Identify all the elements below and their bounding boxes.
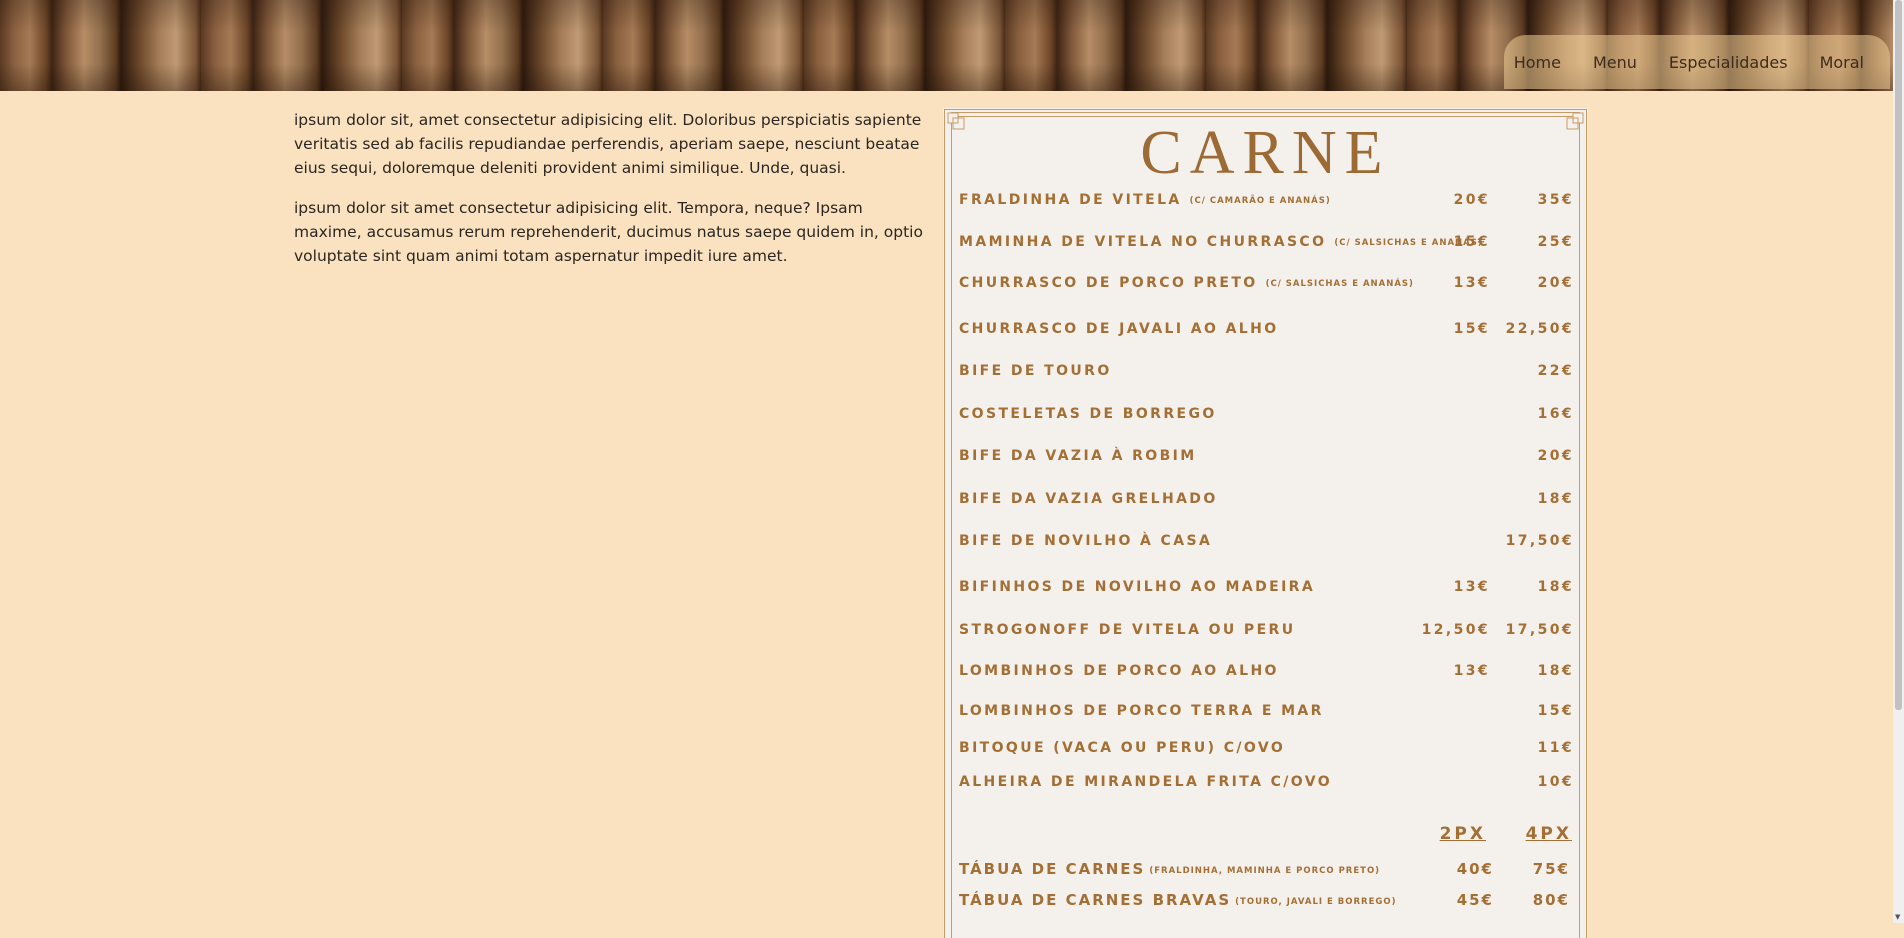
menu-item-price-large: 18€ bbox=[1537, 579, 1574, 595]
platter-price-2px: 45€ bbox=[1456, 891, 1494, 909]
menu-item-name: BIFE DE NOVILHO À CASA bbox=[959, 533, 1220, 549]
nav-home[interactable]: Home bbox=[1498, 53, 1577, 72]
menu-card: CARNE FRALDINHA DE VITELA (C/ CAMARÃO E A… bbox=[943, 108, 1588, 938]
platter-price-4px: 75€ bbox=[1532, 860, 1570, 878]
menu-item-row: FRALDINHA DE VITELA (C/ CAMARÃO E ANANÁS)… bbox=[959, 192, 1574, 212]
menu-item-name: CHURRASCO DE JAVALI AO ALHO bbox=[959, 321, 1287, 337]
menu-item-name: LOMBINHOS DE PORCO AO ALHO bbox=[959, 663, 1287, 679]
menu-item-label: BIFE DE NOVILHO À CASA bbox=[959, 533, 1213, 549]
menu-item-label: BIFINHOS DE NOVILHO AO MADEIRA bbox=[959, 579, 1316, 595]
platter-note: (TOURO, JAVALI E BORREGO) bbox=[1235, 897, 1397, 907]
menu-item-row: BIFINHOS DE NOVILHO AO MADEIRA 13€ 18€ bbox=[959, 579, 1574, 599]
menu-item-label: CHURRASCO DE JAVALI AO ALHO bbox=[959, 321, 1279, 337]
menu-item-row: BIFE DE NOVILHO À CASA 17,50€ bbox=[959, 533, 1574, 553]
menu-item-price-large: 15€ bbox=[1537, 703, 1574, 719]
menu-item-name: BIFINHOS DE NOVILHO AO MADEIRA bbox=[959, 579, 1323, 595]
menu-item-row: LOMBINHOS DE PORCO AO ALHO 13€ 18€ bbox=[959, 663, 1574, 683]
menu-item-price-small: 15€ bbox=[1453, 234, 1490, 250]
menu-item-price-large: 22€ bbox=[1537, 363, 1574, 379]
menu-item-row: BIFE DE TOURO 22€ bbox=[959, 363, 1574, 383]
menu-item-price-large: 18€ bbox=[1537, 491, 1574, 507]
platter-header-2px: 2PX bbox=[1439, 824, 1486, 844]
menu-item-row: STROGONOFF DE VITELA OU PERU 12,50€ 17,50€ bbox=[959, 622, 1574, 642]
menu-item-price-small: 12,50€ bbox=[1421, 622, 1490, 638]
menu-item-price-large: 20€ bbox=[1537, 275, 1574, 291]
main-nav: Home Menu Especialidades Moral bbox=[1504, 35, 1890, 89]
menu-item-label: BIFE DE TOURO bbox=[959, 363, 1112, 379]
menu-item-price-large: 10€ bbox=[1537, 774, 1574, 790]
menu-item-price-small: 20€ bbox=[1453, 192, 1490, 208]
menu-item-price-large: 17,50€ bbox=[1505, 622, 1574, 638]
menu-item-row: CHURRASCO DE JAVALI AO ALHO 15€ 22,50€ bbox=[959, 321, 1574, 341]
menu-item-price-large: 20€ bbox=[1537, 448, 1574, 464]
menu-item-label: BITOQUE (VACA OU PERU) C/OVO bbox=[959, 740, 1286, 756]
scrollbar-thumb[interactable] bbox=[1895, 0, 1902, 710]
menu-item-label: FRALDINHA DE VITELA bbox=[959, 192, 1182, 208]
menu-item-price-large: 25€ bbox=[1537, 234, 1574, 250]
menu-item-price-large: 17,50€ bbox=[1505, 533, 1574, 549]
menu-item-price-small: 13€ bbox=[1453, 579, 1490, 595]
platter-note: (FRALDINHA, MAMINHA E PORCO PRETO) bbox=[1149, 866, 1381, 876]
menu-item-row: MAMINHA DE VITELA NO CHURRASCO (C/ SALSIC… bbox=[959, 234, 1574, 254]
menu-item-label: BIFE DA VAZIA GRELHADO bbox=[959, 491, 1218, 507]
menu-item-price-large: 18€ bbox=[1537, 663, 1574, 679]
menu-item-row: COSTELETAS DE BORREGO 16€ bbox=[959, 406, 1574, 426]
nav-especialidades[interactable]: Especialidades bbox=[1653, 53, 1804, 72]
menu-item-name: BITOQUE (VACA OU PERU) C/OVO bbox=[959, 740, 1293, 756]
menu-item-name: COSTELETAS DE BORREGO bbox=[959, 406, 1225, 422]
platter-name: TÁBUA DE CARNES (FRALDINHA, MAMINHA E POR… bbox=[959, 860, 1380, 878]
menu-item-name: BIFE DE TOURO bbox=[959, 363, 1120, 379]
intro-paragraph-2: ipsum dolor sit amet consectetur adipisi… bbox=[294, 199, 923, 265]
menu-item-price-large: 35€ bbox=[1537, 192, 1574, 208]
menu-item-row: LOMBINHOS DE PORCO TERRA E MAR 15€ bbox=[959, 703, 1574, 723]
menu-item-label: LOMBINHOS DE PORCO AO ALHO bbox=[959, 663, 1279, 679]
menu-item-label: CHURRASCO DE PORCO PRETO bbox=[959, 275, 1258, 291]
menu-item-row: BIFE DA VAZIA GRELHADO 18€ bbox=[959, 491, 1574, 511]
menu-item-row: BIFE DA VAZIA À ROBIM 20€ bbox=[959, 448, 1574, 468]
menu-item-name: LOMBINHOS DE PORCO TERRA E MAR bbox=[959, 703, 1332, 719]
platter-label: TÁBUA DE CARNES BRAVAS bbox=[959, 891, 1232, 909]
platter-row: TÁBUA DE CARNES (FRALDINHA, MAMINHA E POR… bbox=[959, 860, 1574, 880]
menu-item-price-large: 22,50€ bbox=[1505, 321, 1574, 337]
platter-label: TÁBUA DE CARNES bbox=[959, 860, 1146, 878]
menu-item-note: (C/ CAMARÃO E ANANÁS) bbox=[1189, 196, 1331, 206]
menu-item-row: CHURRASCO DE PORCO PRETO (C/ SALSICHAS E … bbox=[959, 275, 1574, 295]
menu-item-name: BIFE DA VAZIA À ROBIM bbox=[959, 448, 1205, 464]
menu-item-price-large: 16€ bbox=[1537, 406, 1574, 422]
menu-title: CARNE bbox=[1140, 119, 1391, 187]
menu-item-label: ALHEIRA DE MIRANDELA FRITA C/OVO bbox=[959, 774, 1333, 790]
platter-row: TÁBUA DE CARNES BRAVAS (TOURO, JAVALI E B… bbox=[959, 891, 1574, 911]
menu-item-price-small: 15€ bbox=[1453, 321, 1490, 337]
menu-item-name: BIFE DA VAZIA GRELHADO bbox=[959, 491, 1226, 507]
card-frame-line bbox=[951, 112, 1580, 113]
menu-item-name: FRALDINHA DE VITELA (C/ CAMARÃO E ANANÁS) bbox=[959, 192, 1331, 208]
platter-name: TÁBUA DE CARNES BRAVAS (TOURO, JAVALI E B… bbox=[959, 891, 1396, 909]
menu-item-label: COSTELETAS DE BORREGO bbox=[959, 406, 1217, 422]
platter-price-4px: 80€ bbox=[1532, 891, 1570, 909]
menu-item-name: ALHEIRA DE MIRANDELA FRITA C/OVO bbox=[959, 774, 1340, 790]
menu-item-price-small: 13€ bbox=[1453, 663, 1490, 679]
menu-item-name: CHURRASCO DE PORCO PRETO (C/ SALSICHAS E … bbox=[959, 275, 1414, 291]
scroll-down-arrow-icon[interactable]: ▼ bbox=[1895, 914, 1900, 921]
menu-item-price-large: 11€ bbox=[1537, 740, 1574, 756]
menu-item-name: STROGONOFF DE VITELA OU PERU bbox=[959, 622, 1304, 638]
nav-moral[interactable]: Moral bbox=[1804, 53, 1880, 72]
intro-paragraph-1: ipsum dolor sit, amet consectetur adipis… bbox=[294, 111, 922, 177]
menu-item-row: ALHEIRA DE MIRANDELA FRITA C/OVO 10€ bbox=[959, 774, 1574, 794]
platter-price-2px: 40€ bbox=[1456, 860, 1494, 878]
menu-item-row: BITOQUE (VACA OU PERU) C/OVO 11€ bbox=[959, 740, 1574, 760]
platter-header: 2PX 4PX bbox=[943, 824, 1572, 848]
platter-header-4px: 4PX bbox=[1525, 824, 1572, 844]
intro-text: ipsum dolor sit, amet consectetur adipis… bbox=[294, 108, 924, 284]
scrollbar[interactable]: ▼ bbox=[1893, 0, 1904, 923]
nav-menu[interactable]: Menu bbox=[1577, 53, 1653, 72]
wood-header-banner: Home Menu Especialidades Moral bbox=[0, 0, 1904, 91]
menu-item-label: STROGONOFF DE VITELA OU PERU bbox=[959, 622, 1296, 638]
menu-item-label: LOMBINHOS DE PORCO TERRA E MAR bbox=[959, 703, 1324, 719]
menu-item-name: MAMINHA DE VITELA NO CHURRASCO (C/ SALSIC… bbox=[959, 234, 1483, 250]
menu-item-label: BIFE DA VAZIA À ROBIM bbox=[959, 448, 1197, 464]
menu-item-note: (C/ SALSICHAS E ANANÁS) bbox=[1265, 279, 1414, 289]
menu-item-price-small: 13€ bbox=[1453, 275, 1490, 291]
menu-item-label: MAMINHA DE VITELA NO CHURRASCO bbox=[959, 234, 1327, 250]
